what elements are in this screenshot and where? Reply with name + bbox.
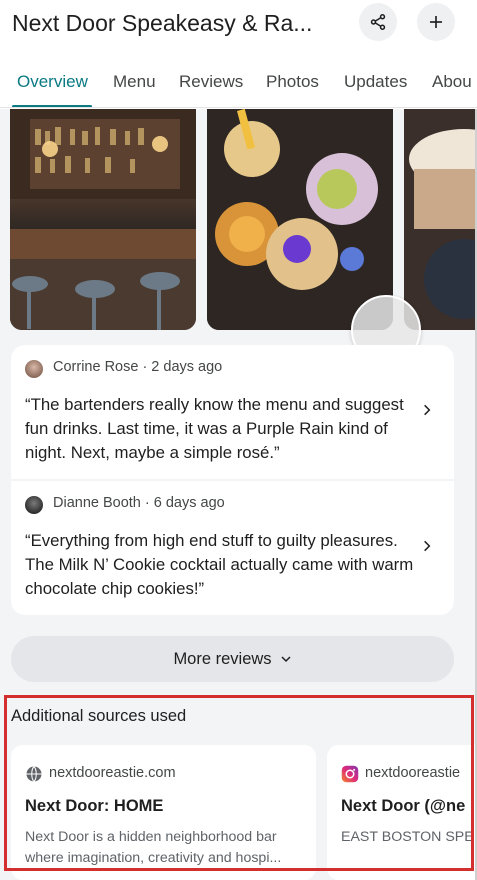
tab-about[interactable]: Abou (432, 72, 472, 92)
source-title: Next Door: HOME (25, 797, 164, 815)
additional-sources-section: Additional sources used nextdooreastie.c… (0, 693, 477, 880)
source-title: Next Door (@ne (341, 797, 466, 815)
review-author: Dianne Booth · 6 days ago (53, 495, 225, 511)
tab-photos[interactable]: Photos (266, 72, 319, 92)
source-description: Next Door is a hidden neighborhood bar w… (25, 829, 282, 866)
chevron-right-icon[interactable] (420, 539, 434, 553)
globe-icon (26, 766, 42, 782)
source-host: nextdooreastie.com (49, 765, 176, 781)
tab-updates[interactable]: Updates (344, 72, 407, 92)
tab-menu[interactable]: Menu (113, 72, 156, 92)
plus-icon (430, 16, 442, 28)
source-description: EAST BOSTON SPE looking for a spot w (341, 829, 477, 845)
source-card[interactable]: nextdooreastie.com Next Door: HOME Next … (11, 745, 316, 880)
share-icon (370, 14, 386, 30)
place-title: Next Door Speakeasy & Ra... (12, 10, 313, 36)
review-text: “The bartenders really know the menu and… (25, 395, 404, 462)
chevron-right-icon[interactable] (420, 403, 434, 417)
source-card[interactable]: nextdooreastie Next Door (@ne EAST BOSTO… (327, 745, 477, 880)
source-host: nextdooreastie (365, 765, 461, 781)
more-reviews-label: More reviews (173, 649, 272, 668)
share-button[interactable] (359, 3, 397, 41)
reviewer-avatar (25, 496, 43, 514)
more-reviews-button[interactable]: More reviews (11, 636, 454, 682)
dessert-drink-illustration (404, 109, 477, 330)
bar-interior-illustration (10, 109, 196, 330)
tab-bar: Overview Menu Reviews Photos Updates Abo… (0, 56, 477, 108)
active-tab-indicator (12, 105, 92, 107)
cocktails-illustration (207, 109, 393, 330)
dessert-drink-photo[interactable] (404, 109, 477, 330)
tab-overview[interactable]: Overview (17, 72, 88, 92)
app-header: Next Door Speakeasy & Ra... (0, 0, 477, 56)
review-text: “Everything from high end stuff to guilt… (25, 531, 414, 598)
overview-content[interactable]: Corrine Rose · 2 days ago “The bartender… (0, 109, 477, 880)
cocktails-photo[interactable] (207, 109, 393, 330)
bar-interior-photo[interactable] (10, 109, 196, 330)
review-card[interactable]: Corrine Rose · 2 days ago “The bartender… (11, 345, 454, 479)
reviewer-avatar (25, 360, 43, 378)
tab-reviews[interactable]: Reviews (179, 72, 243, 92)
review-card[interactable]: Dianne Booth · 6 days ago “Everything fr… (11, 481, 454, 615)
add-button[interactable] (417, 3, 455, 41)
instagram-icon (341, 765, 359, 783)
sources-heading: Additional sources used (11, 707, 187, 725)
review-author: Corrine Rose · 2 days ago (53, 359, 223, 375)
chevron-down-icon (281, 656, 291, 663)
